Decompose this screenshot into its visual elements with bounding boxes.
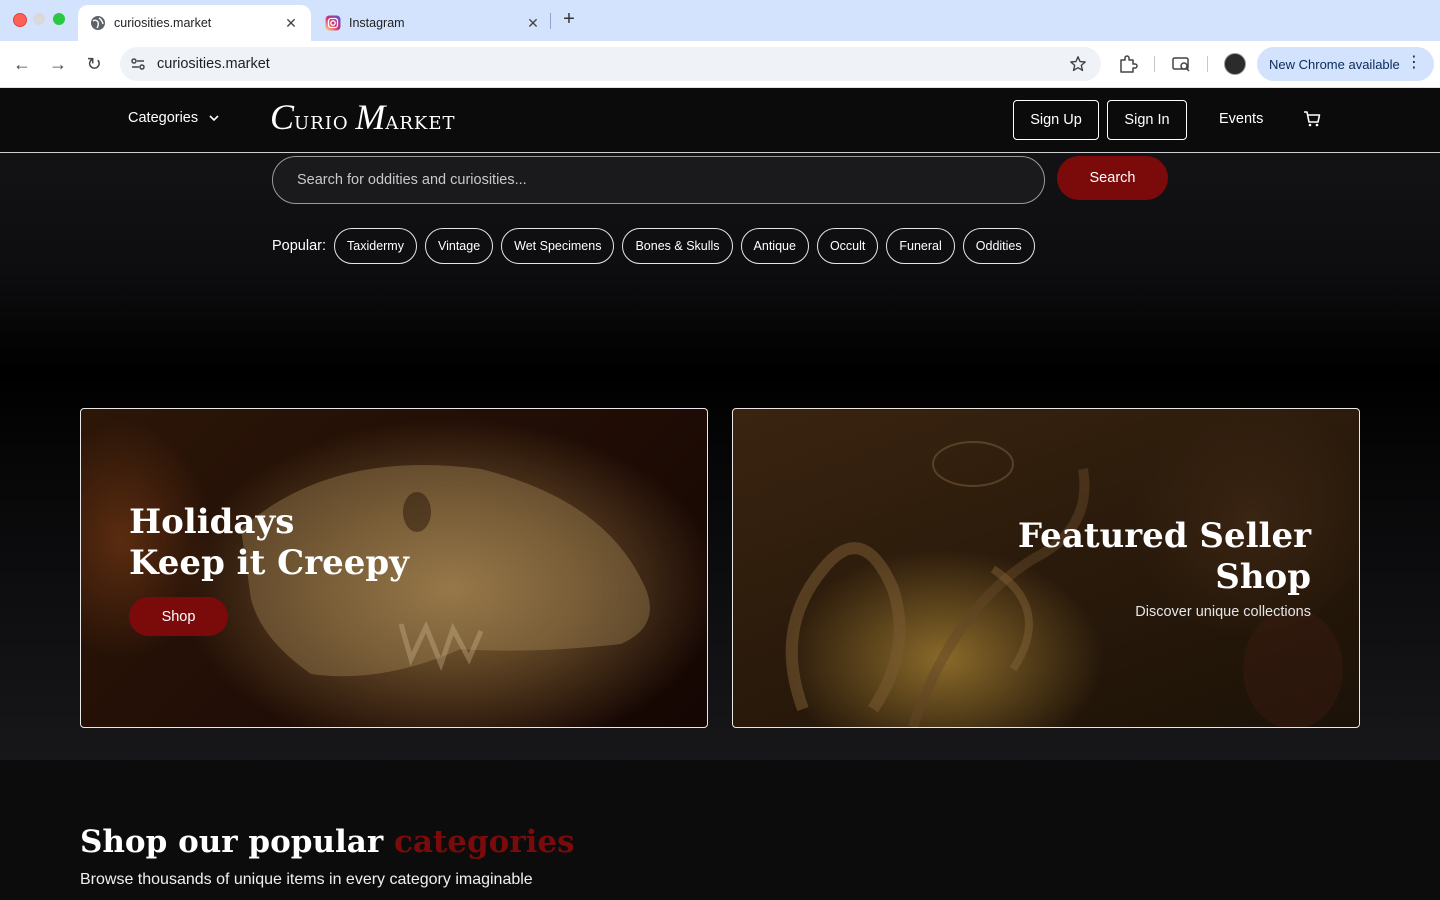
tag-antique[interactable]: Antique [740, 228, 809, 264]
browser-tab-strip: curiosities.market ✕ Instagram ✕ + [0, 0, 1440, 41]
close-tab-icon[interactable]: ✕ [283, 15, 299, 32]
hero-section: Search for oddities and curiosities... S… [0, 153, 1440, 760]
sign-up-button[interactable]: Sign Up [1013, 100, 1099, 140]
cart-icon[interactable] [1303, 110, 1321, 128]
cast-search-icon[interactable] [1171, 54, 1191, 74]
section-subtitle: Browse thousands of unique items in ever… [80, 871, 533, 888]
holidays-promo-card[interactable]: Holidays Keep it Creepy Shop [80, 408, 708, 728]
sign-in-button[interactable]: Sign In [1107, 100, 1187, 140]
menu-kebab-icon[interactable]: ⋮ [1406, 55, 1422, 71]
holidays-title: Holidays Keep it Creepy [129, 502, 409, 583]
tag-funeral[interactable]: Funeral [886, 228, 955, 264]
tab-divider [550, 13, 551, 29]
featured-seller-subtitle: Discover unique collections [1135, 604, 1311, 620]
popular-tags: Popular: Taxidermy Vintage Wet Specimens… [272, 228, 1035, 264]
site-settings-icon[interactable] [129, 55, 147, 73]
new-tab-icon[interactable]: + [559, 8, 579, 31]
update-label: New Chrome available [1269, 56, 1400, 72]
reload-icon[interactable]: ↻ [83, 53, 105, 75]
instagram-icon [325, 15, 341, 31]
popular-categories-section: Shop our popular categories Browse thous… [0, 760, 1440, 900]
chevron-down-icon [209, 115, 219, 122]
browser-toolbar: ← → ↻ curiosities.market New Chrome avai… [0, 41, 1440, 88]
extensions-icon[interactable] [1118, 54, 1138, 74]
curio-market-logo[interactable]: C URIO M ARKET [270, 96, 456, 138]
tag-taxidermy[interactable]: Taxidermy [334, 228, 417, 264]
profile-avatar[interactable] [1224, 53, 1246, 75]
tab-title: curiosities.market [114, 16, 212, 30]
tag-vintage[interactable]: Vintage [424, 228, 494, 264]
tab-curiosities[interactable]: curiosities.market ✕ [78, 5, 311, 41]
bookmark-star-icon[interactable] [1069, 55, 1087, 73]
tag-occult[interactable]: Occult [816, 228, 879, 264]
popular-label: Popular: [272, 238, 327, 254]
maximize-window-button[interactable] [53, 13, 65, 25]
categories-menu[interactable]: Categories [128, 110, 220, 126]
search-button[interactable]: Search [1057, 156, 1168, 200]
toolbar-divider [1154, 56, 1155, 72]
tag-bones-skulls[interactable]: Bones & Skulls [622, 228, 733, 264]
events-link[interactable]: Events [1219, 111, 1263, 127]
shop-button[interactable]: Shop [129, 597, 228, 636]
tab-instagram[interactable]: Instagram ✕ [313, 5, 553, 41]
tag-oddities[interactable]: Oddities [962, 228, 1035, 264]
globe-icon [91, 16, 105, 30]
back-icon[interactable]: ← [11, 53, 33, 75]
forward-icon[interactable]: → [47, 53, 69, 75]
section-title: Shop our popular categories [80, 824, 575, 860]
site-header: Categories C URIO M ARKET Sign Up Sign In … [0, 88, 1440, 153]
search-input[interactable]: Search for oddities and curiosities... [272, 156, 1045, 204]
toolbar-divider [1207, 56, 1208, 72]
close-tab-icon[interactable]: ✕ [525, 15, 541, 32]
featured-seller-title: Featured Seller Shop [1017, 516, 1311, 597]
featured-seller-card[interactable]: Featured Seller Shop Discover unique col… [732, 408, 1360, 728]
tab-title: Instagram [349, 16, 405, 30]
tag-wet-specimens[interactable]: Wet Specimens [501, 228, 615, 264]
address-bar[interactable]: curiosities.market [120, 47, 1101, 81]
categories-label: Categories [128, 110, 199, 126]
new-chrome-available-button[interactable]: New Chrome available ⋮ [1257, 47, 1434, 81]
minimize-window-button[interactable] [33, 13, 45, 25]
close-window-button[interactable] [13, 13, 27, 27]
url-text: curiosities.market [157, 56, 270, 72]
